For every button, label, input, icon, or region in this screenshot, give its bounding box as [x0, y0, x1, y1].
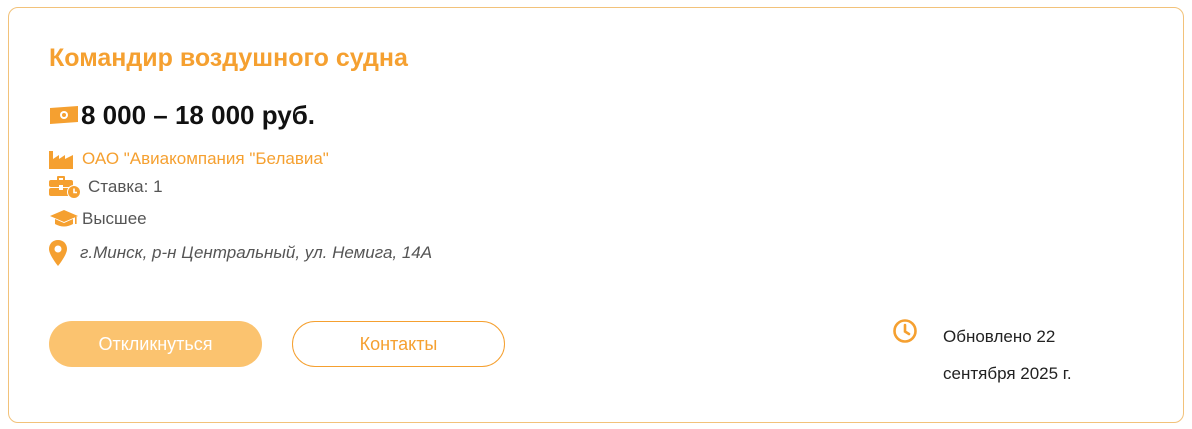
address-row: г.Минск, р-н Центральный, ул. Немига, 14… — [49, 240, 432, 266]
graduation-cap-icon — [49, 209, 79, 229]
salary-text: 8 000 – 18 000 руб. — [81, 99, 315, 130]
briefcase-clock-icon — [49, 175, 81, 199]
salary-row: 8 000 – 18 000 руб. — [49, 100, 315, 130]
vacancy-title[interactable]: Командир воздушного судна — [49, 44, 408, 73]
education-row: Высшее — [49, 207, 147, 231]
rate-row: Ставка: 1 — [49, 175, 163, 199]
address-text: г.Минск, р-н Центральный, ул. Немига, 14… — [80, 243, 433, 262]
company-row: ОАО "Авиакомпания "Белавиа" — [49, 148, 329, 170]
clock-icon — [892, 318, 918, 344]
vacancy-card: Командир воздушного судна 8 000 – 18 000… — [8, 7, 1184, 423]
education-text: Высшее — [82, 209, 147, 228]
money-bill-icon — [49, 105, 79, 125]
company-link[interactable]: ОАО "Авиакомпания "Белавиа" — [82, 149, 329, 169]
rate-text: Ставка: 1 — [88, 177, 163, 196]
updated-date: Обновлено 22 сентября 2025 г. — [943, 327, 1072, 383]
factory-icon — [49, 149, 73, 169]
map-pin-icon — [49, 240, 67, 266]
contacts-button[interactable]: Контакты — [292, 321, 505, 367]
apply-button[interactable]: Откликнуться — [49, 321, 262, 367]
